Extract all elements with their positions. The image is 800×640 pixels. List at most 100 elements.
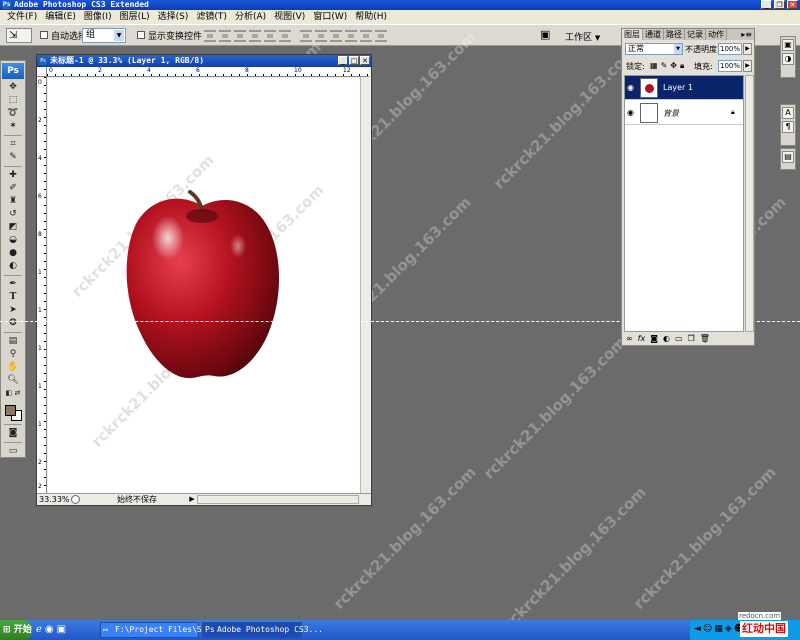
menu-select[interactable]: 选择(S) (154, 10, 193, 24)
workspace-menu[interactable]: 工作区 ▼ (565, 30, 600, 43)
healing-brush-tool-icon[interactable]: ✚ (2, 169, 24, 182)
menu-edit[interactable]: 编辑(E) (41, 10, 80, 24)
color-swatches[interactable] (2, 402, 24, 422)
brush-tool-icon[interactable]: ✐ (2, 182, 24, 195)
path-selection-tool-icon[interactable]: ➤ (2, 304, 24, 317)
taskbar-item-photoshop[interactable]: Ps Adobe Photoshop CS3... (202, 622, 323, 638)
tab-layers[interactable]: 图层 (622, 29, 643, 40)
notes-tool-icon[interactable]: ▤ (2, 335, 24, 348)
crop-tool-icon[interactable]: ⌗ (2, 138, 24, 151)
pen-tool-icon[interactable]: ✒ (2, 278, 24, 291)
close-button[interactable]: ✕ (787, 0, 798, 9)
tab-actions[interactable]: 动作 (706, 29, 727, 40)
align-hcenter-icon[interactable] (264, 30, 276, 42)
tab-paths[interactable]: 路径 (664, 29, 685, 40)
layer-row[interactable]: ◉ 背景 🔒︎ (625, 101, 743, 125)
align-top-icon[interactable] (204, 30, 216, 42)
restore-button[interactable]: ❐ (774, 0, 785, 9)
eye-icon[interactable]: ◉ (627, 83, 637, 92)
blend-mode-dropdown[interactable]: 正常 ▼ (625, 43, 683, 55)
lock-transparency-icon[interactable]: ▦ (650, 61, 658, 71)
ie-icon[interactable]: ℯ (36, 624, 42, 635)
shape-tool-icon[interactable]: ✪ (2, 317, 24, 330)
fill-field[interactable]: 100% (718, 60, 742, 72)
vertical-scrollbar[interactable] (360, 77, 370, 493)
trash-icon[interactable]: 🗑︎ (700, 333, 710, 345)
tool-presets-icon[interactable]: ▤ (782, 151, 794, 163)
document-maximize-button[interactable]: □ (349, 56, 359, 65)
menu-image[interactable]: 图像(I) (80, 10, 116, 24)
vertical-ruler[interactable]: 0 2 4 6 8 1 1 1 1 1 2 2 (37, 77, 47, 493)
align-left-icon[interactable] (249, 30, 261, 42)
document-titlebar[interactable]: Ps 未标题-1 @ 33.3% (Layer 1, RGB/8) _ □ ✕ (37, 55, 371, 67)
image-canvas[interactable]: rckrck21.blog.163.com rckrck21.blog.163.… (48, 78, 360, 493)
menu-help[interactable]: 帮助(H) (351, 10, 391, 24)
tab-channels[interactable]: 通道 (643, 29, 664, 40)
auto-select-dropdown[interactable]: 组 ▼ (82, 28, 126, 43)
paint-bucket-tool-icon[interactable]: ◒ (2, 234, 24, 247)
distribute-right-icon[interactable] (375, 30, 387, 42)
minimize-button[interactable]: _ (761, 0, 772, 9)
menu-analysis[interactable]: 分析(A) (231, 10, 270, 24)
menu-view[interactable]: 视图(V) (270, 10, 309, 24)
quick-mask-icon[interactable]: ◙ (2, 427, 24, 440)
horizontal-scrollbar[interactable] (197, 495, 359, 504)
new-layer-icon[interactable]: ❐ (688, 333, 695, 345)
tool-preset-picker[interactable]: ⇲ (6, 28, 32, 43)
lasso-tool-icon[interactable]: ➰ (2, 107, 24, 120)
paragraph-panel-icon[interactable]: ¶ (782, 121, 794, 133)
magic-wand-tool-icon[interactable]: ✶ (2, 120, 24, 133)
start-button[interactable]: ⊞ 开始 (0, 620, 32, 640)
layer-list-scrollbar[interactable] (745, 75, 754, 332)
zoom-icon[interactable] (71, 495, 80, 504)
status-menu-arrow-icon[interactable]: ▶ (188, 495, 196, 504)
character-panel-icon[interactable]: A (782, 107, 794, 119)
type-tool-icon[interactable]: T (2, 291, 24, 304)
distribute-left-icon[interactable] (345, 30, 357, 42)
distribute-hcenter-icon[interactable] (360, 30, 372, 42)
panel-menu-icon[interactable]: ▸≡ (739, 29, 754, 40)
media-icon[interactable]: ◉ (45, 624, 54, 635)
adjustment-icon[interactable]: ◐ (663, 333, 670, 345)
menu-file[interactable]: 文件(F) (3, 10, 41, 24)
opacity-field[interactable]: 100% (718, 43, 742, 55)
move-tool-icon[interactable]: ✥ (2, 81, 24, 94)
show-transform-checkbox[interactable] (137, 31, 145, 39)
qq-icon[interactable]: ☺ (703, 624, 712, 634)
volume-icon[interactable]: ◄ (694, 624, 701, 634)
clone-stamp-tool-icon[interactable]: ♜ (2, 195, 24, 208)
dodge-tool-icon[interactable]: ◐ (2, 260, 24, 273)
tab-history[interactable]: 记录 (685, 29, 706, 40)
screen-mode-icon[interactable]: ▭ (2, 445, 24, 458)
align-right-icon[interactable] (279, 30, 291, 42)
hand-tool-icon[interactable]: ✋ (2, 361, 24, 374)
zoom-level[interactable]: 33.33% (39, 494, 70, 505)
ruler-origin[interactable] (37, 67, 47, 77)
zoom-tool-icon[interactable]: 🔍︎ (2, 374, 24, 387)
history-brush-tool-icon[interactable]: ↺ (2, 208, 24, 221)
bridge-icon[interactable]: ▣ (540, 28, 554, 42)
distribute-bottom-icon[interactable] (330, 30, 342, 42)
menu-window[interactable]: 窗口(W) (309, 10, 351, 24)
layer-row[interactable]: ◉ Layer 1 (625, 76, 743, 100)
blur-tool-icon[interactable]: ● (2, 247, 24, 260)
opacity-slider-button[interactable]: ▶ (743, 43, 752, 55)
align-bottom-icon[interactable] (234, 30, 246, 42)
slice-tool-icon[interactable]: ✎ (2, 151, 24, 164)
menu-filter[interactable]: 滤镜(T) (192, 10, 231, 24)
default-colors-icon[interactable]: ◧ ⇄ (2, 387, 24, 400)
distribute-top-icon[interactable] (300, 30, 312, 42)
horizontal-ruler[interactable]: 0 2 4 6 8 10 12 (47, 67, 369, 77)
color-panel-icon[interactable]: ◑ (782, 53, 794, 65)
document-close-button[interactable]: ✕ (360, 56, 370, 65)
mask-icon[interactable]: ◙ (650, 333, 658, 345)
fx-icon[interactable]: fx (638, 333, 646, 345)
marquee-tool-icon[interactable]: ⬚ (2, 94, 24, 107)
taskbar-item-explorer[interactable]: ▭ F:\Project Files\Sq... (100, 622, 221, 638)
eye-icon[interactable]: ◉ (627, 108, 637, 117)
eraser-tool-icon[interactable]: ◩ (2, 221, 24, 234)
lock-all-icon[interactable]: 🔒︎ (680, 61, 684, 71)
document-minimize-button[interactable]: _ (338, 56, 348, 65)
auto-select-checkbox[interactable] (40, 31, 48, 39)
eyedropper-tool-icon[interactable]: ⚲ (2, 348, 24, 361)
